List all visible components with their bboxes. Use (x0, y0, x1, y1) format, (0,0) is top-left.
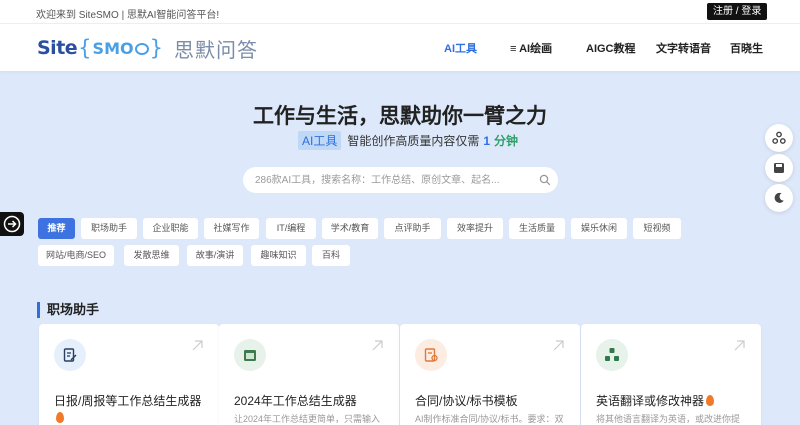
nav-ai-tools[interactable]: AI工具 (444, 40, 477, 56)
card-desc: 让2024年工作总结更简单，只需输入 (234, 414, 381, 424)
tag-divergent-thinking[interactable]: 发散思维 (124, 245, 179, 266)
card-title: 日报/周报等工作总结生成器 (54, 394, 202, 408)
login-register-button[interactable]: 注册 / 登录 (707, 3, 768, 20)
fire-icon (56, 412, 64, 423)
tag-workplace[interactable]: 职场助手 (81, 218, 137, 239)
hero-tag: AI工具 (298, 131, 342, 150)
calendar-icon (244, 350, 256, 361)
tag-life-quality[interactable]: 生活质量 (509, 218, 565, 239)
chat-bubble-icon (134, 43, 149, 55)
tool-card[interactable]: 日报/周报等工作总结生成器 (39, 324, 219, 425)
tag-social-writing[interactable]: 社媒写作 (204, 218, 259, 239)
tool-card[interactable]: 英语翻译或修改神器 将其他语言翻译为英语，或改进你提 (581, 324, 761, 425)
tag-it-programming[interactable]: IT/编程 (266, 218, 316, 239)
fire-icon (706, 395, 715, 406)
search-box (243, 167, 558, 193)
section-title: 职场助手 (37, 302, 99, 318)
card-title: 英语翻译或修改神器 (596, 392, 715, 409)
welcome-text: 欢迎来到 SiteSMO | 思默AI智能问答平台! (36, 10, 220, 21)
nav-tts[interactable]: 文字转语音 (656, 40, 711, 56)
tag-web-ecommerce-seo[interactable]: 网站/电商/SEO (38, 245, 114, 266)
nav-ai-paint[interactable]: ≡ AI绘画 (510, 40, 552, 56)
report-edit-icon (63, 348, 77, 362)
moon-icon (774, 192, 784, 203)
share-icon (772, 131, 786, 144)
card-desc: 将其他语言翻译为英语，或改进你提 (596, 414, 741, 424)
arrow-up-right-icon (553, 340, 564, 351)
tag-encyclopedia[interactable]: 百科 (312, 245, 350, 266)
card-title: 合同/协议/标书模板 (415, 394, 518, 408)
arrow-up-right-icon (192, 340, 203, 351)
nav-aigc[interactable]: AIGC教程 (586, 40, 636, 56)
card-desc: AI制作标准合同/协议/标书。要求：双 (415, 414, 564, 424)
hero-unit: 分钟 (494, 134, 519, 148)
hero-title: 工作与生活，思默助你一臂之力 (253, 105, 547, 128)
save-icon (774, 163, 784, 173)
search-icon[interactable] (539, 174, 551, 186)
hero-subtitle: AI工具 智能创作高质量内容仅需 1 分钟 (298, 131, 518, 150)
logo-smo-text: SMO (92, 38, 134, 58)
contract-icon (424, 348, 438, 362)
tag-recommend[interactable]: 推荐 (38, 218, 75, 239)
tag-enterprise[interactable]: 企业职能 (143, 218, 198, 239)
tag-fun-knowledge[interactable]: 趣味知识 (251, 245, 306, 266)
nav-baike[interactable]: 百晓生 (730, 40, 763, 56)
tag-efficiency[interactable]: 效率提升 (447, 218, 503, 239)
share-button[interactable] (765, 124, 793, 152)
tag-review[interactable]: 点评助手 (384, 218, 441, 239)
hero-sub-text: 智能创作高质量内容仅需 (347, 134, 480, 148)
hero-number: 1 (483, 133, 491, 148)
arrow-right-icon (3, 215, 21, 233)
tag-story-speech[interactable]: 故事/演讲 (187, 245, 243, 266)
dark-mode-button[interactable] (765, 184, 793, 212)
tag-short-video[interactable]: 短视频 (633, 218, 681, 239)
card-title: 2024年工作总结生成器 (234, 394, 357, 408)
side-expand-button[interactable] (0, 212, 24, 236)
logo-site-text: Site (37, 37, 78, 59)
save-button[interactable] (765, 154, 793, 182)
logo-cn-text: 思默问答 (173, 39, 258, 62)
tool-card[interactable]: 2024年工作总结生成器 让2024年工作总结更简单，只需输入 (219, 324, 399, 425)
arrow-up-right-icon (372, 340, 383, 351)
tag-entertainment[interactable]: 娱乐休闲 (571, 218, 627, 239)
site-logo[interactable]: Site { SMO } 思默问答 (37, 35, 258, 62)
tag-academic[interactable]: 学术/教育 (322, 218, 378, 239)
top-bar: 欢迎来到 SiteSMO | 思默AI智能问答平台! 注册 / 登录 (0, 0, 800, 24)
tool-card[interactable]: 合同/协议/标书模板 AI制作标准合同/协议/标书。要求：双 (400, 324, 580, 425)
translate-icon (605, 348, 619, 361)
arrow-up-right-icon (734, 340, 745, 351)
search-input[interactable] (255, 172, 525, 188)
